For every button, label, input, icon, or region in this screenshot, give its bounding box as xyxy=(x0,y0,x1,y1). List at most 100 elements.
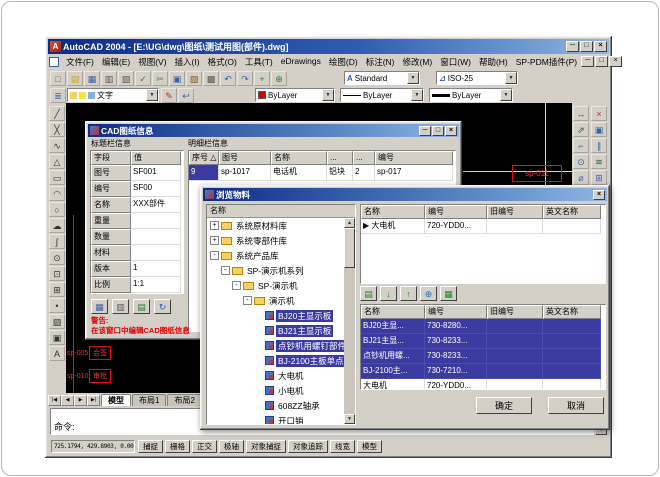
copy-icon[interactable]: ▣ xyxy=(169,71,185,86)
column-header[interactable]: 图号 xyxy=(219,151,271,165)
scrollbar-thumb[interactable] xyxy=(344,228,355,268)
menu-item-9[interactable]: 标注(N) xyxy=(362,55,399,69)
ok-button[interactable]: 确定 xyxy=(476,397,532,414)
table-row[interactable]: 大电机720-YDD0... xyxy=(361,379,605,390)
column-header[interactable]: 旧编号 xyxy=(487,305,543,319)
tree-expander-icon[interactable]: + xyxy=(210,236,219,245)
menu-item-2[interactable]: 编辑(E) xyxy=(98,55,134,69)
ellipse-icon[interactable]: ⊙ xyxy=(49,250,65,265)
minimize-button[interactable]: ─ xyxy=(566,41,579,52)
hatch-icon[interactable]: ▨ xyxy=(49,314,65,329)
mirror-icon[interactable]: ∥ xyxy=(591,138,607,153)
insert-block-icon[interactable]: ⊡ xyxy=(49,266,65,281)
paste-icon[interactable]: ▨ xyxy=(186,71,202,86)
chevron-down-icon[interactable]: ▼ xyxy=(407,72,419,84)
status-button-4[interactable]: 极轴 xyxy=(219,440,244,453)
column-header[interactable]: 序号 △ xyxy=(189,151,219,165)
tree-expander-icon[interactable]: - xyxy=(232,281,241,290)
column-header[interactable]: 字段 xyxy=(91,151,131,165)
plot-preview-icon[interactable]: ▧ xyxy=(118,71,134,86)
window-titlebar[interactable]: A AutoCAD 2004 - [E:\UG\dwg\图纸\测试用图(部件).… xyxy=(48,39,609,54)
menu-item-12[interactable]: 帮助(H) xyxy=(475,55,512,69)
browse-titlebar[interactable]: 浏览物料 × xyxy=(203,188,607,201)
tree-item[interactable]: -演示机 xyxy=(207,293,344,308)
status-button-1[interactable]: 捕捉 xyxy=(138,440,163,453)
minimize-button[interactable]: ─ xyxy=(581,56,594,67)
polyline-icon[interactable]: ∿ xyxy=(49,138,65,153)
menu-item-1[interactable]: 文件(F) xyxy=(62,55,98,69)
point-icon[interactable]: • xyxy=(49,298,65,313)
region-icon[interactable]: ▣ xyxy=(49,330,65,345)
status-button-7[interactable]: 线宽 xyxy=(330,440,355,453)
tree-item[interactable]: -SP-演示机 xyxy=(207,278,344,293)
chevron-down-icon[interactable]: ▼ xyxy=(146,89,158,101)
table-row[interactable]: 名称XXX部件 xyxy=(91,197,183,213)
chevron-down-icon[interactable]: ▼ xyxy=(505,72,517,84)
table-row[interactable]: 图号SF001 xyxy=(91,165,183,181)
detail-view-icon[interactable]: ▦ xyxy=(440,286,457,301)
table-icon[interactable]: ▤ xyxy=(133,299,150,314)
tree-item[interactable]: +系统原材料库 xyxy=(207,218,344,233)
line-icon[interactable]: ╱ xyxy=(49,106,65,121)
close-button[interactable]: × xyxy=(609,56,622,67)
tree-expander-icon[interactable]: - xyxy=(221,266,230,275)
tree-item[interactable]: 开口销 xyxy=(207,413,344,424)
column-header[interactable]: ... xyxy=(327,151,353,165)
status-button-8[interactable]: 模型 xyxy=(357,440,382,453)
tree-item[interactable]: -SP-演示机系列 xyxy=(207,263,344,278)
tab-scroll-icon-3[interactable]: ▶ xyxy=(74,395,87,406)
tree-scrollbar[interactable]: ▲ ▼ xyxy=(344,218,355,424)
erase-icon[interactable]: × xyxy=(591,106,607,121)
list-view-icon[interactable]: ▤ xyxy=(360,286,377,301)
revision-cloud-icon[interactable]: ☁ xyxy=(49,218,65,233)
add-selection-icon[interactable]: ↓ xyxy=(380,286,397,301)
layer-previous-icon[interactable]: ↩ xyxy=(178,88,194,103)
dimstyle-combo[interactable]: ⊿ ISO-25 ▼ xyxy=(436,71,518,85)
table-row[interactable]: BJ20主显...730-8280... xyxy=(361,319,605,334)
menu-item-13[interactable]: SP-PDM插件(P) xyxy=(512,55,581,69)
tree-expander-icon[interactable]: - xyxy=(243,296,252,305)
cad-info-titlebar[interactable]: CAD图纸信息 ─□× xyxy=(88,124,459,137)
status-button-3[interactable]: 正交 xyxy=(192,440,217,453)
table-row[interactable]: BJ21主显...730-8233... xyxy=(361,334,605,349)
tree-item[interactable]: 小电机 xyxy=(207,383,344,398)
chevron-down-icon[interactable]: ▼ xyxy=(411,89,423,101)
menu-item-4[interactable]: 插入(I) xyxy=(171,55,204,69)
save-icon[interactable]: ▦ xyxy=(84,71,100,86)
layer-manager-icon[interactable]: ≣ xyxy=(50,88,66,103)
spline-icon[interactable]: ∫ xyxy=(49,234,65,249)
minimize-button[interactable]: ─ xyxy=(419,126,431,136)
diameter-dimension-icon[interactable]: ⌀ xyxy=(573,170,589,185)
menu-item-6[interactable]: 工具(T) xyxy=(241,55,277,69)
table-row[interactable]: 重量 xyxy=(91,213,183,229)
column-header[interactable]: 名称 xyxy=(361,205,425,219)
column-header[interactable]: ... xyxy=(353,151,375,165)
tree-item[interactable]: BJ-2100主板单点 xyxy=(207,353,344,368)
tab-scroll-icon-1[interactable]: |◀ xyxy=(48,395,61,406)
tree-item[interactable]: 点钞机用螺钉部件 xyxy=(207,338,344,353)
table-row[interactable]: 9sp-1017电话机铝块2sp-017 xyxy=(189,165,455,181)
remove-selection-icon[interactable]: ↑ xyxy=(400,286,417,301)
ordinate-dimension-icon[interactable]: ⌐ xyxy=(573,138,589,153)
mtext-icon[interactable]: A xyxy=(49,346,65,361)
status-button-2[interactable]: 栅格 xyxy=(165,440,190,453)
drawing-file-icon[interactable] xyxy=(49,57,59,67)
column-header[interactable]: 旧编号 xyxy=(487,205,543,219)
color-combo[interactable]: ByLayer ▼ xyxy=(255,88,335,102)
menu-item-10[interactable]: 修改(M) xyxy=(399,55,437,69)
make-layer-current-icon[interactable]: ✎ xyxy=(161,88,177,103)
chevron-down-icon[interactable]: ▼ xyxy=(322,89,334,101)
tree-expander-icon[interactable]: + xyxy=(210,221,219,230)
table-row[interactable]: BJ-2100主...730-7210... xyxy=(361,364,605,379)
cut-icon[interactable]: ✂ xyxy=(152,71,168,86)
table-row[interactable]: 版本1 xyxy=(91,261,183,277)
column-header[interactable]: 编号 xyxy=(375,151,453,165)
circle-icon[interactable]: ○ xyxy=(49,202,65,217)
column-header[interactable]: 编号 xyxy=(425,305,487,319)
lineweight-combo[interactable]: ByLayer ▼ xyxy=(429,88,513,102)
rectangle-icon[interactable]: ▭ xyxy=(49,170,65,185)
spelling-icon[interactable]: ✓ xyxy=(135,71,151,86)
column-header[interactable]: 名称 xyxy=(271,151,327,165)
close-button[interactable]: × xyxy=(593,190,605,200)
open-file-icon[interactable]: ▤ xyxy=(67,71,83,86)
